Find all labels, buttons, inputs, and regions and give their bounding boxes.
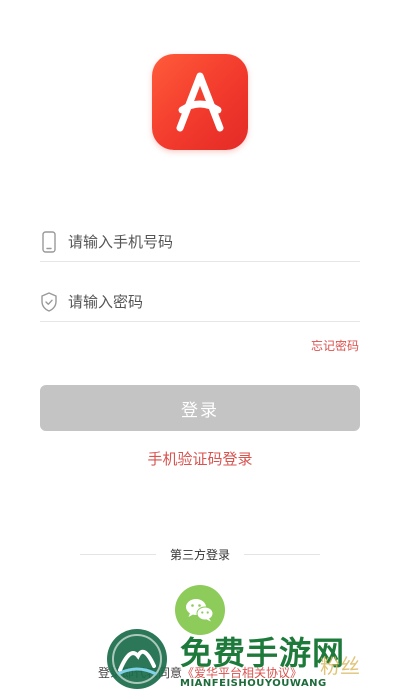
watermark-subtitle: MIANFEISHOUYOUWANG	[180, 678, 327, 689]
sms-login-link[interactable]: 手机验证码登录	[0, 448, 400, 469]
app-logo	[152, 54, 248, 150]
phone-input[interactable]	[68, 226, 360, 257]
watermark-logo	[107, 629, 167, 689]
shield-icon	[40, 291, 58, 313]
login-button[interactable]: 登录	[40, 385, 360, 431]
forgot-password-link[interactable]: 忘记密码	[311, 337, 359, 354]
letter-a-logo-icon	[176, 72, 224, 132]
divider-line-right	[244, 554, 321, 555]
third-party-divider: 第三方登录	[80, 546, 321, 563]
divider-line-left	[80, 554, 156, 555]
phone-field	[40, 222, 360, 262]
password-field	[40, 282, 360, 322]
phone-icon	[40, 230, 58, 253]
password-input[interactable]	[68, 286, 360, 317]
third-party-label: 第三方登录	[170, 548, 231, 562]
watermark-side-text: 粉丝	[320, 654, 360, 678]
